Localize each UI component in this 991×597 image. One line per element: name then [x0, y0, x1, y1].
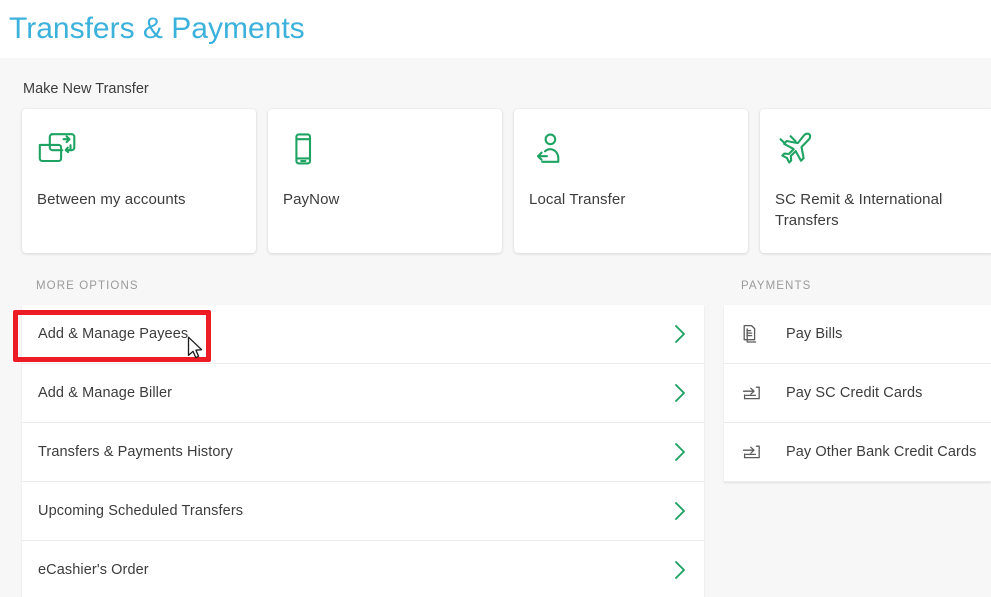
- more-options-list: Add & Manage Payees Add & Manage Biller …: [22, 305, 704, 597]
- chevron-right-icon: [673, 381, 688, 405]
- chevron-right-icon: [673, 440, 688, 464]
- transfer-between-accounts-icon: [37, 131, 240, 173]
- chevron-right-icon: [673, 558, 688, 582]
- content-area: Make New Transfer Between my accounts Pa…: [0, 58, 991, 597]
- person-transfer-icon: [529, 131, 732, 173]
- row-label: Transfers & Payments History: [38, 444, 233, 460]
- transfer-card-local-transfer[interactable]: Local Transfer: [514, 109, 748, 253]
- more-options-row-add-manage-payees[interactable]: Add & Manage Payees: [22, 305, 704, 364]
- page-title: Transfers & Payments: [9, 12, 305, 45]
- transfer-card-between-my-accounts[interactable]: Between my accounts: [22, 109, 256, 253]
- transfers-and-payments-page: Transfers & Payments Make New Transfer B…: [0, 0, 991, 597]
- row-label: eCashier's Order: [38, 562, 149, 578]
- row-label: Pay Other Bank Credit Cards: [786, 444, 977, 460]
- payments-row-pay-bills[interactable]: Pay Bills: [724, 305, 991, 364]
- transfer-card-label: Between my accounts: [37, 191, 186, 208]
- transfer-card-label: Local Transfer: [529, 191, 626, 208]
- transfer-cards: Between my accounts PayNow Local Transfe…: [22, 109, 991, 253]
- more-options-header: MORE OPTIONS: [36, 280, 139, 292]
- chevron-right-icon: [673, 322, 688, 346]
- more-options-row-ecashiers-order[interactable]: eCashier's Order: [22, 541, 704, 597]
- row-label: Pay SC Credit Cards: [786, 385, 923, 401]
- more-options-row-transfers-payments-history[interactable]: Transfers & Payments History: [22, 423, 704, 482]
- chevron-right-icon: [673, 499, 688, 523]
- transfer-card-paynow[interactable]: PayNow: [268, 109, 502, 253]
- more-options-row-upcoming-scheduled-transfers[interactable]: Upcoming Scheduled Transfers: [22, 482, 704, 541]
- row-label: Upcoming Scheduled Transfers: [38, 503, 244, 519]
- payments-list: Pay Bills Pay SC Credit Cards Pay Other …: [724, 305, 991, 482]
- make-new-transfer-label: Make New Transfer: [23, 81, 149, 97]
- row-label: Add & Manage Biller: [38, 385, 173, 401]
- credit-card-arrow-icon: [741, 383, 775, 403]
- row-label: Pay Bills: [786, 326, 843, 342]
- transfer-card-label: SC Remit & International Transfers: [775, 191, 943, 229]
- bill-document-icon: [741, 323, 775, 345]
- payments-row-pay-sc-credit-cards[interactable]: Pay SC Credit Cards: [724, 364, 991, 423]
- mobile-phone-icon: [283, 131, 486, 173]
- row-label: Add & Manage Payees: [38, 326, 189, 342]
- credit-card-arrow-icon: [741, 442, 775, 462]
- payments-header: PAYMENTS: [741, 280, 812, 292]
- transfer-card-sc-remit-international[interactable]: SC Remit & International Transfers: [760, 109, 991, 253]
- payments-row-pay-other-bank-credit-cards[interactable]: Pay Other Bank Credit Cards: [724, 423, 991, 482]
- more-options-row-add-manage-biller[interactable]: Add & Manage Biller: [22, 364, 704, 423]
- airplane-icon: [775, 131, 978, 173]
- transfer-card-label: PayNow: [283, 191, 340, 208]
